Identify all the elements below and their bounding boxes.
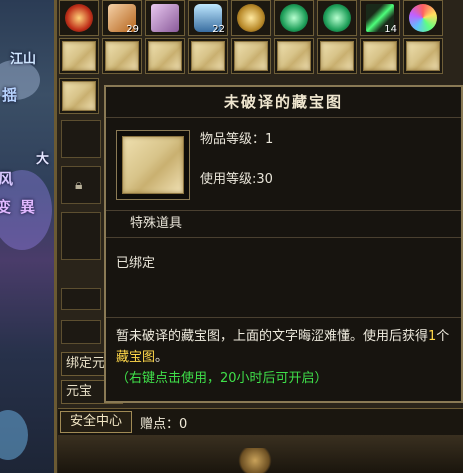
item-level-text: 物品等级：1 <box>200 132 274 147</box>
treasure-map-icon <box>277 41 311 71</box>
scene-text-4: 风 <box>0 170 14 188</box>
tooltip-item-frame <box>116 130 190 200</box>
item-tooltip: 未破译的藏宝图 物品等级：1 使用等级:30 特殊道具 已绑定 暂未破译的藏宝图… <box>104 85 463 403</box>
treasure-map-icon <box>191 41 225 71</box>
lamp-icon <box>237 4 265 32</box>
inventory-slot[interactable]: 14 <box>360 0 400 36</box>
description-text: 暂未破译的藏宝图，上面的文字晦涩难懂。使用后获得 <box>116 329 429 344</box>
lock-icon: 🔒︎ <box>75 177 83 193</box>
inventory-slot[interactable] <box>403 0 443 36</box>
gift-points-text: 赠点：0 <box>140 417 188 432</box>
inventory-slot[interactable] <box>59 38 99 74</box>
treasure-map-icon <box>148 41 182 71</box>
use-level-text: 使用等级:30 <box>200 172 273 187</box>
inventory-slot[interactable] <box>61 320 101 344</box>
inventory-slot[interactable] <box>317 0 357 36</box>
inventory-slot[interactable] <box>317 38 357 74</box>
green-gem-icon <box>280 4 308 32</box>
item-count: 29 <box>126 24 139 35</box>
scene-text-3: 大 <box>36 152 50 167</box>
inventory-slot[interactable] <box>61 120 101 158</box>
inventory-slot[interactable] <box>59 78 99 114</box>
tooltip-header: 物品等级：1 使用等级:30 <box>106 118 461 211</box>
scene-text-1: 江山 <box>10 52 37 67</box>
scroll-icon <box>151 4 179 32</box>
item-description: 暂未破译的藏宝图，上面的文字晦涩难懂。使用后获得1个藏宝图。 （右键点击使用，2… <box>106 318 461 397</box>
inventory-slot[interactable] <box>145 38 185 74</box>
inventory-slot[interactable] <box>274 0 314 36</box>
inventory-slot[interactable] <box>61 288 101 310</box>
item-count: 14 <box>384 24 397 35</box>
ornament-icon <box>235 448 275 473</box>
green-gem-icon <box>323 4 351 32</box>
inventory-slot[interactable] <box>231 38 271 74</box>
inventory-slot[interactable] <box>188 38 228 74</box>
inventory-row-maps <box>59 38 446 74</box>
usage-hint: （右键点击使用，20小时后可开启） <box>116 371 328 386</box>
description-unit: 个 <box>436 329 450 344</box>
inventory-slot[interactable] <box>403 38 443 74</box>
description-item-name: 藏宝图 <box>116 350 156 365</box>
inventory-slot[interactable] <box>59 0 99 36</box>
inventory-slot[interactable] <box>145 0 185 36</box>
bind-status: 已绑定 <box>106 238 461 318</box>
inventory-slot[interactable]: 22 <box>188 0 228 36</box>
inventory-slot[interactable] <box>231 0 271 36</box>
scene-text-5: 变 <box>0 198 12 216</box>
treasure-map-icon <box>363 41 397 71</box>
scene-text-2: 揺 <box>2 86 18 104</box>
scene-text-6: 異 <box>20 198 36 216</box>
fire-orb-icon <box>65 4 93 32</box>
treasure-map-icon <box>62 81 96 111</box>
description-end: 。 <box>155 350 169 365</box>
inventory-slot[interactable] <box>274 38 314 74</box>
tooltip-title: 未破译的藏宝图 <box>106 87 461 118</box>
treasure-map-icon <box>105 41 139 71</box>
inventory-slot[interactable] <box>61 212 101 260</box>
inventory-slot[interactable]: 🔒︎ <box>61 166 101 204</box>
inventory-bottom-bar: 安全中心 赠点：0 <box>58 408 463 435</box>
safety-center-button[interactable]: 安全中心 <box>60 411 132 433</box>
game-scene-background: 江山 揺 大 风 变 異 <box>0 0 58 473</box>
rainbow-orb-icon <box>409 4 437 32</box>
treasure-map-icon <box>320 41 354 71</box>
treasure-map-icon <box>234 41 268 71</box>
inventory-row-top: 29 22 14 <box>59 0 446 36</box>
item-category: 特殊道具 <box>106 211 461 238</box>
treasure-map-icon <box>62 41 96 71</box>
treasure-map-icon <box>406 41 440 71</box>
treasure-map-icon <box>122 136 184 194</box>
item-count: 22 <box>212 24 225 35</box>
inventory-slot[interactable] <box>102 38 142 74</box>
inventory-slot[interactable] <box>360 38 400 74</box>
inventory-slot[interactable]: 29 <box>102 0 142 36</box>
